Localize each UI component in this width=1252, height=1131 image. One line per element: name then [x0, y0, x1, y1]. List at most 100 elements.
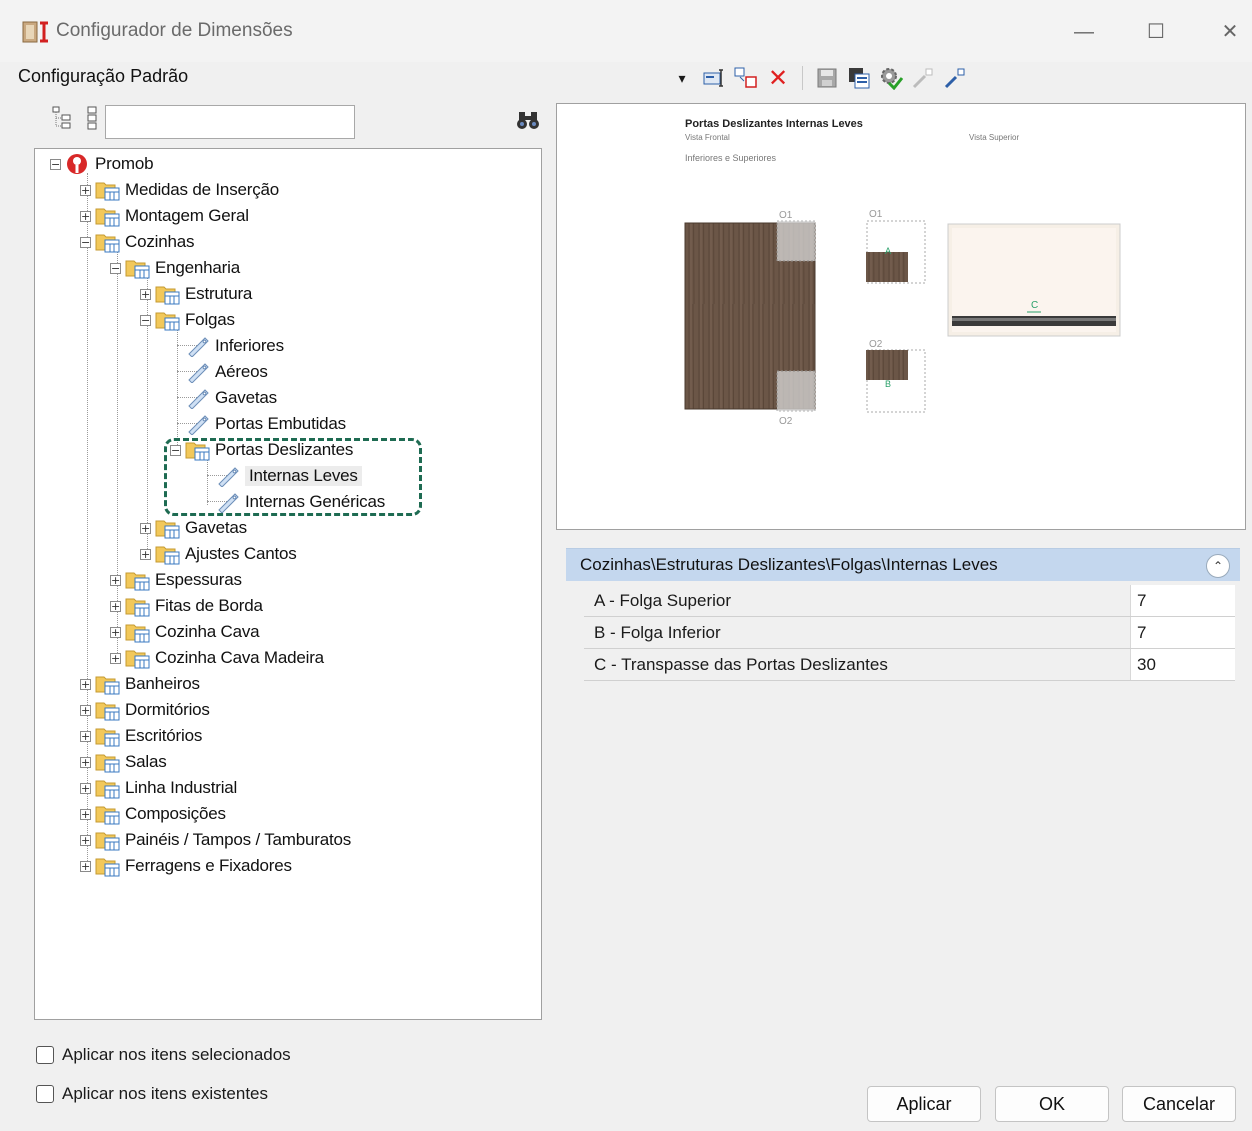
property-row: A - Folga Superior 7 [584, 585, 1235, 617]
folder-icon [155, 520, 180, 539]
tag-icon [188, 337, 209, 357]
copy-config-icon[interactable] [734, 66, 758, 90]
expand-toggle[interactable]: + [80, 210, 91, 222]
tree-item[interactable]: Gavetas [186, 385, 277, 411]
tree-item-label: Gavetas [215, 388, 277, 407]
tree-item[interactable]: Inferiores [186, 333, 284, 359]
expand-toggle[interactable]: + [80, 730, 91, 742]
tree-item[interactable]: + Escritórios [80, 723, 202, 749]
preview-label-o2-small: O2 [869, 339, 883, 350]
property-value[interactable]: 7 [1130, 585, 1235, 616]
expand-toggle[interactable]: + [140, 522, 151, 534]
tree-item[interactable]: Portas Embutidas [186, 411, 346, 437]
export-icon[interactable] [911, 66, 935, 90]
highlight-box [164, 438, 422, 516]
close-button[interactable]: ✕ [1210, 14, 1250, 50]
tree-item[interactable]: + Linha Industrial [80, 775, 237, 801]
expand-toggle[interactable]: + [80, 808, 91, 820]
tree-item[interactable]: + Medidas de Inserção [80, 177, 279, 203]
expand-all-icon[interactable] [52, 106, 72, 132]
expand-toggle[interactable]: + [110, 626, 121, 638]
tree-item-label: Painéis / Tampos / Tamburatos [125, 830, 352, 849]
preview-label-o1-small: O1 [869, 209, 883, 220]
apply-existing-option[interactable]: Aplicar nos itens existentes [36, 1084, 268, 1104]
delete-icon[interactable]: ✕ [766, 64, 790, 92]
tree-item[interactable]: − Engenharia [110, 255, 240, 281]
collapse-toggle[interactable]: − [50, 158, 61, 170]
cancel-button[interactable]: Cancelar [1122, 1086, 1236, 1122]
tree-item[interactable]: + Gavetas [140, 515, 247, 541]
save-icon[interactable] [815, 66, 839, 90]
collapse-all-icon[interactable] [86, 106, 100, 132]
tree-item[interactable]: + Estrutura [140, 281, 252, 307]
apply-existing-checkbox[interactable] [36, 1085, 54, 1103]
collapse-toggle[interactable]: − [110, 262, 121, 274]
tree-item[interactable]: − Cozinhas [80, 229, 194, 255]
tree-item[interactable]: + Banheiros [80, 671, 200, 697]
ok-button[interactable]: OK [995, 1086, 1109, 1122]
tree-item[interactable]: + Ajustes Cantos [140, 541, 297, 567]
expand-toggle[interactable]: + [110, 574, 121, 586]
preview-label-o1: O1 [779, 210, 793, 221]
tree-item-label: Salas [125, 752, 167, 771]
expand-toggle[interactable]: + [110, 652, 121, 664]
tree-item[interactable]: − Folgas [140, 307, 235, 333]
expand-toggle[interactable]: + [110, 600, 121, 612]
tree-item[interactable]: + Ferragens e Fixadores [80, 853, 292, 879]
expand-toggle[interactable]: + [80, 678, 91, 690]
tree-item[interactable]: + Montagem Geral [80, 203, 249, 229]
expand-toggle[interactable]: + [140, 548, 151, 560]
property-value[interactable]: 7 [1130, 617, 1235, 648]
tree-item-label: Folgas [185, 310, 235, 329]
binoculars-icon[interactable] [515, 110, 541, 132]
apply-button[interactable]: Aplicar [867, 1086, 981, 1122]
property-name: B - Folga Inferior [594, 623, 721, 642]
tree-item[interactable]: + Cozinha Cava Madeira [110, 645, 324, 671]
property-row: C - Transpasse das Portas Deslizantes 30 [584, 649, 1235, 681]
save-as-icon[interactable] [847, 66, 871, 90]
tree-item[interactable]: + Cozinha Cava [110, 619, 260, 645]
folder-icon [125, 572, 150, 591]
tree-item-label: Engenharia [155, 258, 240, 277]
expand-toggle[interactable]: + [80, 756, 91, 768]
expand-toggle[interactable]: + [80, 860, 91, 872]
property-value[interactable]: 30 [1130, 649, 1235, 680]
expand-toggle[interactable]: + [80, 704, 91, 716]
new-config-icon[interactable] [702, 66, 726, 90]
tree-item[interactable]: + Fitas de Borda [110, 593, 263, 619]
minimize-button[interactable]: — [1064, 14, 1104, 50]
tree-item[interactable]: + Salas [80, 749, 167, 775]
search-input[interactable] [105, 105, 355, 139]
tree-item[interactable]: + Painéis / Tampos / Tamburatos [80, 827, 351, 853]
app-logo-icon [22, 21, 48, 43]
settings-check-icon[interactable] [879, 66, 903, 90]
apply-selected-checkbox[interactable] [36, 1046, 54, 1064]
tree-item[interactable]: + Dormitórios [80, 697, 210, 723]
folder-icon [95, 208, 120, 227]
expand-toggle[interactable]: + [140, 288, 151, 300]
collapse-toggle[interactable]: − [80, 236, 91, 248]
apply-selected-option[interactable]: Aplicar nos itens selecionados [36, 1045, 291, 1065]
expand-toggle[interactable]: + [80, 782, 91, 794]
dimension-label-a: A [885, 246, 891, 256]
tag-icon [188, 363, 209, 383]
tree-item[interactable]: + Composições [80, 801, 226, 827]
tree-item[interactable]: Aéreos [186, 359, 268, 385]
tree-line [177, 329, 178, 453]
collapse-button[interactable]: ⌃ [1206, 554, 1230, 578]
toolbar: ▾ ✕ [670, 62, 967, 94]
property-row: B - Folga Inferior 7 [584, 617, 1235, 649]
properties-header: Cozinhas\Estruturas Deslizantes\Folgas\I… [566, 548, 1240, 581]
folder-icon [95, 806, 120, 825]
maximize-button[interactable]: ☐ [1136, 14, 1176, 50]
expand-toggle[interactable]: + [80, 834, 91, 846]
folder-icon [95, 728, 120, 747]
dropdown-arrow-icon[interactable]: ▾ [670, 66, 694, 90]
tree-item[interactable]: + Espessuras [110, 567, 242, 593]
import-icon[interactable] [943, 66, 967, 90]
tree-item-label: Composições [125, 804, 226, 823]
tag-icon [188, 389, 209, 409]
collapse-toggle[interactable]: − [140, 314, 151, 326]
expand-toggle[interactable]: + [80, 184, 91, 196]
tree-root[interactable]: − Promob [50, 151, 154, 177]
